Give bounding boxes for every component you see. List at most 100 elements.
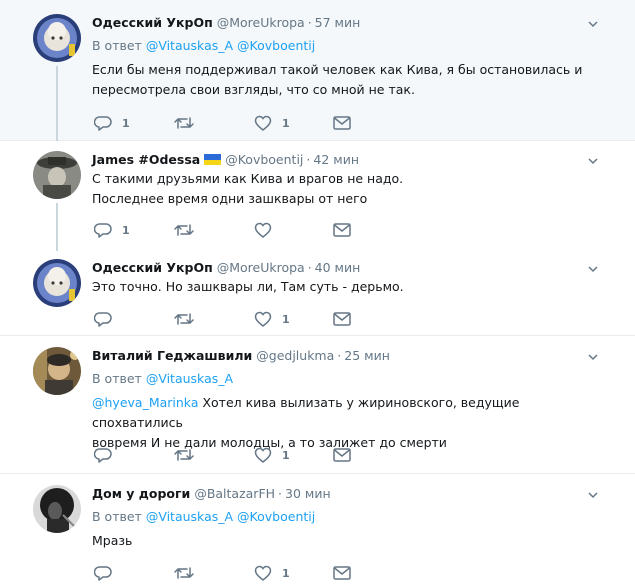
display-name[interactable]: Дом у дороги [92, 486, 190, 501]
direct-message-button[interactable] [333, 114, 351, 132]
display-name[interactable]: Одесский УкрОп [92, 15, 213, 30]
tweet-header: Одесский УкрОп @MoreUkropa · 40 мин [92, 260, 361, 275]
like-count: 1 [282, 312, 290, 326]
avatar[interactable] [33, 485, 81, 533]
like-count: 1 [282, 566, 290, 580]
timestamp[interactable]: 40 мин [315, 260, 361, 275]
tweet-header: Одесский УкрОп @MoreUkropa · 57 мин [92, 15, 361, 30]
avatar[interactable] [33, 14, 81, 62]
reply-button[interactable] [94, 310, 122, 328]
direct-message-button[interactable] [333, 446, 351, 464]
reply-button[interactable] [94, 564, 122, 582]
reply-icon [94, 116, 112, 131]
like-count: 1 [282, 116, 290, 130]
tweet-text: С такими друзьями как Кива и врагов не н… [92, 171, 404, 206]
retweet-button[interactable] [174, 221, 204, 239]
tweet[interactable]: Дом у дороги @BaltazarFH · 30 мин В ответ @… [0, 474, 635, 585]
tweet[interactable]: Одесский УкрОп @MoreUkropa · 57 мин В ответ… [0, 0, 635, 141]
tweet-header: Виталий Геджашвили @gedjlukma · 25 мин [92, 348, 390, 363]
tweet[interactable]: Одесский УкрОп @MoreUkropa · 40 мин Это точ… [0, 251, 635, 336]
tweet-actions: 1 1 [94, 114, 374, 132]
chevron-down-icon[interactable] [587, 489, 599, 501]
reply-icon [94, 448, 112, 463]
chevron-down-icon[interactable] [587, 351, 599, 363]
username[interactable]: @MoreUkropa [217, 15, 305, 30]
like-icon [254, 311, 272, 327]
reply-mention-link[interactable]: @Vitauskas_A [146, 38, 233, 53]
direct-message-icon [333, 312, 351, 326]
timestamp[interactable]: 42 мин [313, 152, 359, 167]
timestamp[interactable]: 57 мин [315, 15, 361, 30]
direct-message-icon [333, 223, 351, 237]
retweet-icon [174, 313, 194, 325]
avatar[interactable] [33, 347, 81, 395]
tweet-actions: 1 [94, 310, 374, 328]
retweet-button[interactable] [174, 564, 204, 582]
like-icon [254, 222, 272, 238]
like-button[interactable]: 1 [254, 310, 290, 328]
avatar[interactable] [33, 151, 81, 199]
username[interactable]: @MoreUkropa [217, 260, 305, 275]
timestamp[interactable]: 30 мин [285, 486, 331, 501]
reply-count: 1 [122, 116, 130, 130]
tweet-actions: 1 [94, 564, 374, 582]
retweet-button[interactable] [174, 114, 204, 132]
tweet-text: @hyeva_Marinka Хотел кива вылизать у жир… [92, 395, 520, 450]
retweet-icon [174, 449, 194, 461]
reply-mention-link[interactable]: @Kovboentij [237, 38, 315, 53]
like-icon [254, 565, 272, 581]
like-button[interactable]: 1 [254, 564, 290, 582]
reply-icon [94, 312, 112, 327]
reply-context: В ответ @Vitauskas_A @Kovboentij [92, 38, 316, 53]
like-icon [254, 447, 272, 463]
reply-button[interactable]: 1 [94, 114, 130, 132]
username[interactable]: @Kovboentij [225, 152, 303, 167]
tweet-actions: 1 [94, 221, 374, 239]
retweet-icon [174, 567, 194, 579]
tweet-header: Дом у дороги @BaltazarFH · 30 мин [92, 486, 331, 501]
direct-message-button[interactable] [333, 564, 351, 582]
tweet-actions: 1 [94, 446, 374, 464]
reply-button[interactable] [94, 446, 122, 464]
ukraine-flag-icon [204, 154, 222, 165]
direct-message-button[interactable] [333, 310, 351, 328]
thread-line [56, 203, 58, 251]
timestamp[interactable]: 25 мин [344, 348, 390, 363]
reply-mention-link[interactable]: @Vitauskas_A [146, 371, 233, 386]
display-name[interactable]: James #Odessa [92, 152, 200, 167]
display-name[interactable]: Виталий Геджашвили [92, 348, 252, 363]
username[interactable]: @BaltazarFH [194, 486, 275, 501]
reply-context: В ответ @Vitauskas_A [92, 371, 234, 386]
username[interactable]: @gedjlukma [256, 348, 334, 363]
retweet-button[interactable] [174, 446, 204, 464]
like-count: 1 [282, 448, 290, 462]
direct-message-icon [333, 116, 351, 130]
chevron-down-icon[interactable] [587, 155, 599, 167]
display-name[interactable]: Одесский УкрОп [92, 260, 213, 275]
tweet-text: Это точно. Но зашквары ли, Там суть - де… [92, 279, 404, 294]
tweet-text: Если бы меня поддерживал такой человек к… [92, 62, 583, 97]
retweet-button[interactable] [174, 310, 204, 328]
like-button[interactable]: 1 [254, 446, 290, 464]
reply-icon [94, 223, 112, 238]
thread-line [56, 66, 58, 141]
direct-message-icon [333, 448, 351, 462]
avatar[interactable] [33, 259, 81, 307]
chevron-down-icon[interactable] [587, 263, 599, 275]
like-icon [254, 115, 272, 131]
mention-link[interactable]: @hyeva_Marinka [92, 395, 198, 410]
like-button[interactable]: 1 [254, 114, 290, 132]
reply-mention-link[interactable]: @Kovboentij [237, 509, 315, 524]
reply-icon [94, 566, 112, 581]
tweet[interactable]: Виталий Геджашвили @gedjlukma · 25 мин В от… [0, 336, 635, 474]
like-button[interactable] [254, 221, 282, 239]
chevron-down-icon[interactable] [587, 18, 599, 30]
tweet-text: Мразь [92, 533, 133, 548]
reply-mention-link[interactable]: @Vitauskas_A [146, 509, 233, 524]
reply-count: 1 [122, 223, 130, 237]
direct-message-button[interactable] [333, 221, 351, 239]
direct-message-icon [333, 566, 351, 580]
tweet[interactable]: James #Odessa @Kovboentij · 42 мин С такими… [0, 141, 635, 251]
reply-button[interactable]: 1 [94, 221, 130, 239]
reply-context: В ответ @Vitauskas_A @Kovboentij [92, 509, 316, 524]
